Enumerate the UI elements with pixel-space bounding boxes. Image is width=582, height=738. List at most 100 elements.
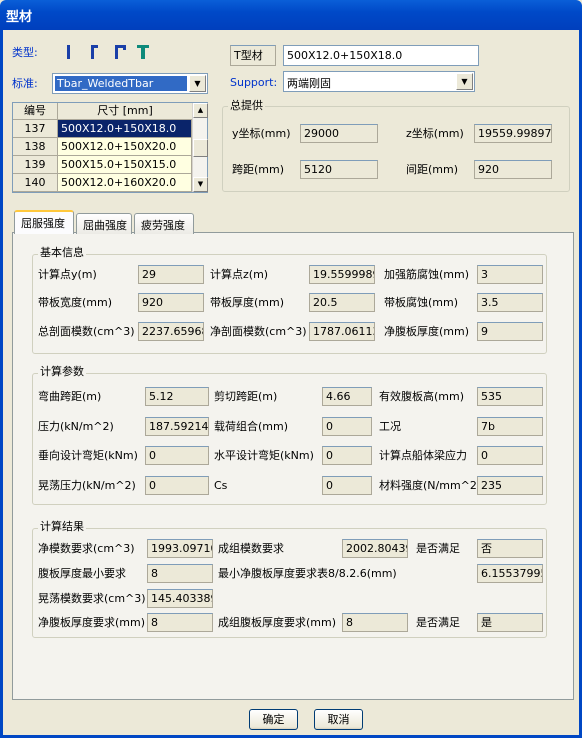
size-table: 编号 尺寸 [mm] 137 500X12.0+150X18.0 138 500…	[12, 102, 208, 193]
basic-info-title: 基本信息	[38, 246, 86, 260]
general-group-title: 总提供	[228, 99, 265, 113]
horizontal-moment-label: 水平设计弯矩(kNm)	[214, 449, 314, 462]
tab-buckling-strength[interactable]: 屈曲强度	[76, 213, 132, 234]
stiffener-corrosion-label: 加强筋腐蚀(mm)	[384, 268, 470, 281]
table-header-id[interactable]: 编号	[13, 103, 58, 120]
row-id: 138	[13, 138, 58, 156]
horizontal-moment-value: 0	[322, 446, 372, 465]
effective-web-height-label: 有效腹板高(mm)	[379, 390, 465, 403]
t-shape-icon[interactable]	[134, 43, 152, 61]
type-label: 类型:	[12, 46, 38, 59]
web-table-req-label: 最小净腹板厚度要求表8/8.2.6(mm)	[218, 567, 397, 580]
net-modulus-req-value: 1993.09710	[147, 539, 213, 558]
net-web-thickness-label: 净腹板厚度(mm)	[384, 325, 470, 338]
hull-girder-stress-label: 计算点船体梁应力	[379, 449, 467, 462]
window-title: 型材	[6, 10, 33, 25]
row-id: 137	[13, 120, 58, 138]
span-value: 5120	[300, 160, 378, 179]
tab-fatigue-strength[interactable]: 疲劳强度	[134, 213, 194, 234]
row-id: 140	[13, 174, 58, 192]
y-coord-label: y坐标(mm)	[232, 127, 291, 140]
spacing-label: 间距(mm)	[406, 163, 459, 176]
z-coord-label: z坐标(mm)	[406, 127, 464, 140]
group-modulus-req-label: 成组模数要求	[218, 542, 284, 555]
table-row[interactable]: 140 500X12.0+160X20.0	[13, 174, 192, 192]
web-table-req-value: 6.15537995	[477, 564, 543, 583]
table-row[interactable]: 137 500X12.0+150X18.0	[13, 120, 192, 138]
plate-thickness-label: 带板厚度(mm)	[210, 296, 285, 309]
gross-modulus-label: 总剖面模数(cm^3)	[38, 325, 135, 338]
scroll-thumb[interactable]	[193, 139, 208, 157]
plate-width-label: 带板宽度(mm)	[38, 296, 113, 309]
calc-y-label: 计算点y(m)	[38, 268, 97, 281]
vertical-moment-label: 垂向设计弯矩(kNm)	[38, 449, 138, 462]
plate-corrosion-label: 带板腐蚀(mm)	[384, 296, 459, 309]
satisfied-label-2: 是否满足	[416, 616, 460, 629]
scroll-up-icon[interactable]: ▲	[193, 103, 208, 118]
table-row[interactable]: 139 500X15.0+150X15.0	[13, 156, 192, 174]
table-header-size[interactable]: 尺寸 [mm]	[58, 103, 192, 120]
web-min-req-value: 8	[147, 564, 213, 583]
net-modulus-value: 1787.06113	[309, 322, 375, 341]
tab-label: 屈曲强度	[83, 219, 127, 232]
load-combination-label: 载荷组合(mm)	[214, 420, 289, 433]
calc-z-label: 计算点z(m)	[210, 268, 269, 281]
table-row[interactable]: 138 500X12.0+150X20.0	[13, 138, 192, 156]
support-value: 两端刚固	[287, 77, 331, 90]
bending-span-value: 5.12	[145, 387, 209, 406]
sloshing-pressure-value: 0	[145, 476, 209, 495]
plate-width-value: 920	[138, 293, 204, 312]
standard-label: 标准:	[12, 77, 38, 90]
profile-type-field[interactable]: T型材	[230, 45, 276, 66]
chevron-down-icon[interactable]: ▼	[456, 73, 473, 90]
results-title: 计算结果	[38, 520, 86, 534]
cs-value: 0	[322, 476, 372, 495]
chevron-down-icon[interactable]: ▼	[189, 75, 206, 92]
satisfied-value-1: 否	[477, 539, 543, 558]
group-web-req-label: 成组腹板厚度要求(mm)	[218, 616, 337, 629]
ok-button[interactable]: 确定	[249, 709, 298, 730]
support-select[interactable]: 两端刚固 ▼	[283, 71, 475, 92]
net-web-req-label: 净腹板厚度要求(mm)	[38, 616, 146, 629]
pressure-value: 187.592142	[145, 417, 209, 436]
bracket-shape-icon[interactable]	[85, 43, 103, 61]
spacing-value: 920	[474, 160, 552, 179]
profile-spec-input[interactable]: 500X12.0+150X18.0	[283, 45, 479, 66]
tab-label: 疲劳强度	[141, 219, 185, 232]
group-modulus-req-value: 2002.80439	[342, 539, 408, 558]
row-size: 500X12.0+160X20.0	[58, 174, 192, 192]
load-combination-value: 0	[322, 417, 372, 436]
table-scrollbar[interactable]: ▲ ▼	[192, 103, 208, 192]
net-modulus-label: 净剖面模数(cm^3)	[210, 325, 307, 338]
standard-value: Tbar_WeldedTbar	[55, 76, 187, 91]
scroll-down-icon[interactable]: ▼	[193, 177, 208, 192]
sloshing-modulus-req-label: 晃荡模数要求(cm^3)	[38, 592, 146, 605]
sloshing-pressure-label: 晃荡压力(kN/m^2)	[38, 479, 136, 492]
net-web-req-value: 8	[147, 613, 213, 632]
net-modulus-req-label: 净模数要求(cm^3)	[38, 542, 135, 555]
calc-y-value: 29	[138, 265, 204, 284]
web-min-req-label: 腹板厚度最小要求	[38, 567, 126, 580]
z-coord-value: 19559.99897	[474, 124, 552, 143]
support-label: Support:	[230, 76, 278, 89]
l-shape-icon[interactable]	[60, 43, 78, 61]
group-web-req-value: 8	[342, 613, 408, 632]
sloshing-modulus-req-value: 145.403389	[147, 589, 213, 608]
material-strength-label: 材料强度(N/mm^2)	[379, 479, 482, 492]
load-case-value: 7b	[477, 417, 543, 436]
standard-select[interactable]: Tbar_WeldedTbar ▼	[52, 73, 208, 94]
angle-shape-icon[interactable]	[110, 43, 128, 61]
pressure-label: 压力(kN/m^2)	[38, 420, 114, 433]
hull-girder-stress-value: 0	[477, 446, 543, 465]
net-web-thickness-value: 9	[477, 322, 543, 341]
tab-yield-strength[interactable]: 屈服强度	[14, 210, 74, 234]
material-strength-value: 235	[477, 476, 543, 495]
y-coord-value: 29000	[300, 124, 378, 143]
plate-thickness-value: 20.5	[309, 293, 375, 312]
shear-span-label: 剪切跨距(m)	[214, 390, 278, 403]
window-titlebar: 型材	[0, 0, 582, 30]
plate-corrosion-value: 3.5	[477, 293, 543, 312]
bending-span-label: 弯曲跨距(m)	[38, 390, 102, 403]
cancel-button[interactable]: 取消	[314, 709, 363, 730]
tab-label: 屈服强度	[21, 217, 65, 230]
